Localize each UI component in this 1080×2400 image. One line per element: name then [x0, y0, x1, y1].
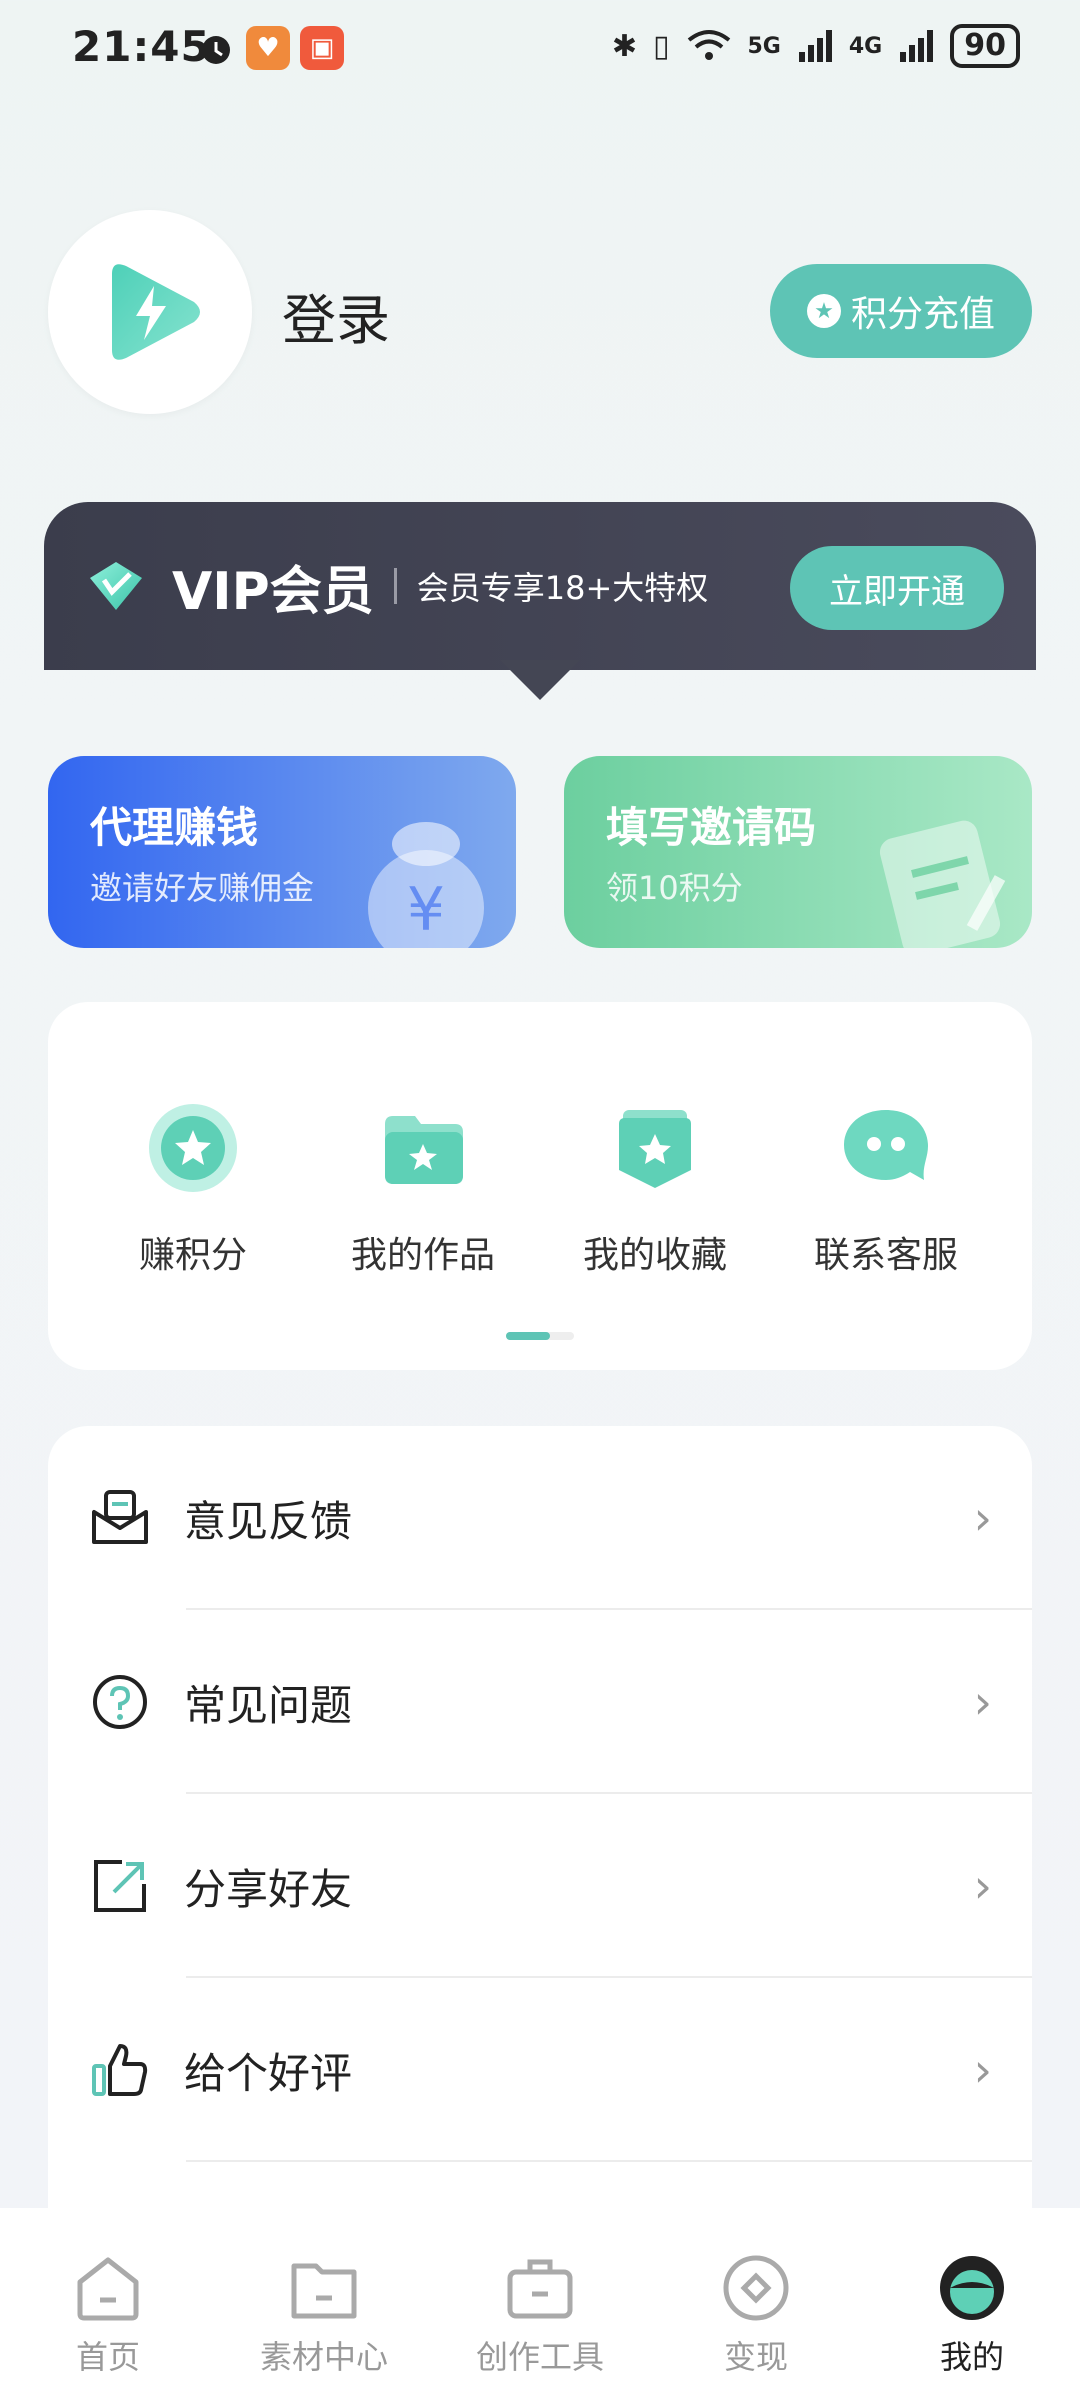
app-badge-orange-icon: ♥	[246, 26, 290, 70]
menu-item-label: 常见问题	[184, 1680, 353, 1730]
alarm-icon	[202, 36, 230, 64]
folder-icon	[291, 2263, 357, 2319]
nav-label: 创作工具	[475, 2338, 604, 2376]
quick-action-label: 联系客服	[813, 1235, 958, 1276]
chevron-right-icon: ›	[973, 1491, 992, 1545]
home-icon	[77, 2257, 139, 2321]
points-recharge-button[interactable]: ★ 积分充值	[770, 264, 1032, 358]
profile-icon	[940, 2256, 1004, 2320]
nav-label: 首页	[75, 2338, 140, 2376]
app-badge-red-icon: ▣	[300, 26, 344, 70]
svg-text:¥: ¥	[407, 875, 445, 945]
menu-item-feedback[interactable]: 意见反馈 ›	[48, 1426, 1032, 1610]
star-medal-icon	[145, 1100, 241, 1196]
agent-earn-card[interactable]: 代理赚钱 邀请好友赚佣金 ¥	[48, 756, 516, 948]
grid-page-indicator	[506, 1332, 574, 1340]
signal-4g-icon	[900, 30, 934, 62]
bluetooth-icon: ✱	[611, 28, 637, 64]
menu-item-label: 意见反馈	[184, 1496, 353, 1546]
pager-active-dot	[506, 1332, 550, 1340]
signal-4g-label: 4G	[848, 33, 883, 59]
menu-divider	[186, 2160, 1032, 2162]
vibrate-icon: ▯	[652, 28, 670, 64]
wifi-icon	[687, 30, 730, 60]
nav-label: 我的	[939, 2338, 1004, 2376]
chevron-right-icon: ›	[973, 1859, 992, 1913]
vip-separator	[393, 568, 397, 604]
nav-creation-tools[interactable]: 创作工具	[432, 2208, 648, 2400]
chevron-right-icon: ›	[973, 2043, 992, 2097]
quick-action-label: 我的作品	[350, 1235, 495, 1276]
signal-5g-label: 5G	[747, 33, 781, 59]
monetize-icon	[723, 2255, 789, 2321]
nav-materials[interactable]: 素材中心	[216, 2208, 432, 2400]
money-bag-icon: ¥	[368, 822, 484, 948]
quick-action-earn-points[interactable]: 赚积分	[78, 1100, 308, 1278]
recharge-label: 积分充值	[850, 294, 995, 335]
feedback-mail-icon	[90, 1488, 150, 1548]
menu-item-share[interactable]: 分享好友 ›	[48, 1794, 1032, 1978]
status-time: 21:45	[72, 22, 211, 71]
quick-action-contact-service[interactable]: 联系客服	[771, 1100, 1001, 1278]
quick-action-label: 我的收藏	[582, 1235, 727, 1276]
quick-action-my-works[interactable]: 我的作品	[308, 1100, 538, 1278]
chat-bubble-icon	[838, 1100, 934, 1196]
vip-title: VIP会员	[172, 561, 374, 622]
nav-mine[interactable]: 我的	[864, 2208, 1080, 2400]
status-left-icons: ♥ ▣	[196, 26, 344, 70]
chevron-right-icon: ›	[973, 1675, 992, 1729]
vip-diamond-icon	[90, 562, 142, 610]
signal-5g-icon	[798, 30, 832, 62]
quick-action-label: 赚积分	[138, 1235, 247, 1276]
favorite-badge-icon	[607, 1100, 703, 1196]
question-icon	[90, 1672, 150, 1732]
star-icon: ★	[806, 294, 841, 328]
note-pencil-icon	[879, 820, 1006, 948]
nav-home[interactable]: 首页	[0, 2208, 216, 2400]
bottom-navigation: 首页 素材中心 创作工具 变现 我的	[0, 2208, 1080, 2400]
vip-subtitle: 会员专享18+大特权	[416, 569, 709, 607]
nav-label: 变现	[723, 2338, 788, 2376]
vip-banner-notch	[500, 660, 580, 700]
nav-label: 素材中心	[259, 2338, 388, 2376]
folder-star-icon	[375, 1100, 471, 1196]
battery-indicator: 90	[950, 24, 1020, 68]
avatar[interactable]	[48, 210, 252, 414]
menu-item-faq[interactable]: 常见问题 ›	[48, 1610, 1032, 1794]
share-icon	[90, 1856, 150, 1916]
menu-item-label: 分享好友	[184, 1864, 353, 1914]
menu-item-rate[interactable]: 给个好评 ›	[48, 1978, 1032, 2162]
invite-code-card[interactable]: 填写邀请码 领10积分	[564, 756, 1032, 948]
app-logo-icon	[112, 264, 200, 360]
vip-activate-button[interactable]: 立即开通	[790, 546, 1004, 630]
status-right-icons: ✱ ▯ 5G 4G 90	[612, 24, 1020, 68]
quick-action-my-favorites[interactable]: 我的收藏	[540, 1100, 770, 1278]
toolbox-icon	[507, 2259, 573, 2319]
thumbs-up-icon	[90, 2040, 150, 2100]
menu-item-label: 给个好评	[184, 2048, 353, 2098]
login-link[interactable]: 登录	[282, 276, 390, 355]
nav-monetize[interactable]: 变现	[648, 2208, 864, 2400]
